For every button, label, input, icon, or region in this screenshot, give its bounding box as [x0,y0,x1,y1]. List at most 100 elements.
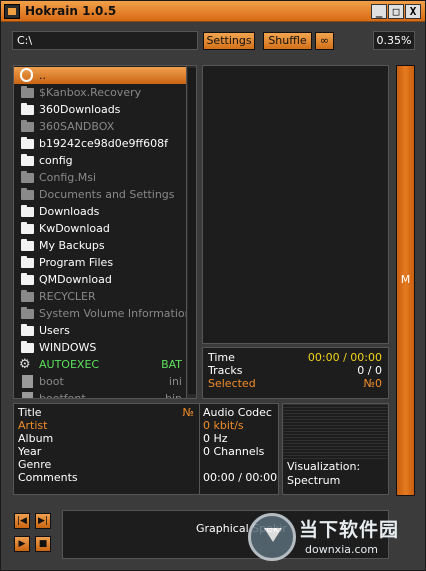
folder-icon [21,273,34,285]
next-track-button[interactable]: ▶| [35,513,51,529]
visualization-panel[interactable]: Visualization: Spectrum [282,403,389,495]
file-list-item[interactable]: 360Downloads [14,101,186,118]
parent-folder-icon [20,68,33,82]
comments-label: Comments [18,471,78,484]
file-list-item[interactable]: boot ini [14,373,186,390]
file-extension: BAT [161,358,182,371]
path-field[interactable]: C:\ [12,31,198,50]
file-list-item[interactable]: Users [14,322,186,339]
previous-track-button[interactable]: |◀ [14,513,30,529]
file-name: KwDownload [39,222,110,235]
file-icon [22,375,33,388]
folder-icon [21,324,34,336]
file-list-item[interactable]: config [14,152,186,169]
file-name: WINDOWS [39,341,97,354]
track-number-label: № [182,406,194,419]
folder-icon [21,154,34,166]
scrollbar-thumb[interactable] [188,68,196,394]
watermark-cn: 当下软件园 [299,519,400,541]
folder-icon [21,137,34,149]
file-extension: ini [168,375,182,388]
window-title: Hokrain 1.0.5 [25,4,117,18]
title-label: Title [18,406,42,419]
file-name: config [39,154,73,167]
folder-icon [21,103,34,115]
file-list-item[interactable]: Program Files [14,254,186,271]
maximize-button[interactable]: □ [388,4,404,19]
file-name: Config.Msi [39,171,97,184]
folder-icon [21,205,34,217]
track-info-panel: Time 00:00 / 00:00 Tracks 0 / 0 Selected… [202,347,389,399]
channels-value: 0 Channels [203,445,265,458]
time-label: Time [208,351,235,364]
file-list-item[interactable]: .. [14,67,186,84]
file-name: bootfont [39,392,86,399]
file-name: Users [39,324,70,337]
file-list-item[interactable]: Documents and Settings [14,186,186,203]
playlist-panel[interactable] [202,65,389,344]
file-name: RECYCLER [39,290,96,303]
title-bar[interactable]: Hokrain 1.0.5 _ □ X [1,1,425,22]
play-button[interactable]: ▶ [14,536,30,552]
gear-icon: ⚙ [19,357,31,372]
file-list-item[interactable]: b19242ce98d0e9ff608f [14,135,186,152]
close-button[interactable]: X [405,4,421,19]
file-name: QMDownload [39,273,112,286]
file-browser-scrollbar[interactable] [186,66,196,398]
file-list-item[interactable]: $Kanbox.Recovery [14,84,186,101]
tracks-value: 0 / 0 [357,364,382,377]
folder-icon [21,239,34,251]
file-list-item[interactable]: 360SANDBOX [14,118,186,135]
metadata-panel: Title № Artist Album Year Genre Comments [13,403,200,495]
app-icon [4,4,20,19]
folder-icon [21,120,34,132]
download-icon [248,513,296,561]
file-browser[interactable]: bootfont bin boot ini ⚙ AUTOEXEC BAT WINDOWS Use… [13,65,197,399]
stop-button[interactable]: ■ [35,536,51,552]
file-list-item[interactable]: WINDOWS [14,339,186,356]
time-value: 00:00 / 00:00 [307,351,382,364]
file-list-item[interactable]: QMDownload [14,271,186,288]
codec-label: Audio Codec [203,406,272,419]
file-list-item[interactable]: Downloads [14,203,186,220]
folder-icon [21,222,34,234]
genre-label: Genre [18,458,52,471]
album-label: Album [18,432,54,445]
file-list-item[interactable]: System Volume Information [14,305,192,322]
settings-button[interactable]: Settings [203,32,255,50]
tracks-label: Tracks [208,364,243,377]
year-label: Year [18,445,42,458]
shuffle-button[interactable]: Shuffle [263,32,312,50]
file-name: boot [39,375,64,388]
file-list-item[interactable]: bootfont bin [14,390,186,399]
watermark-en: downxia.com [305,543,378,556]
minimize-button[interactable]: _ [371,4,387,19]
folder-icon [21,256,34,268]
file-name: $Kanbox.Recovery [39,86,142,99]
folder-icon [21,307,34,319]
file-name: .. [39,69,46,82]
file-name: b19242ce98d0e9ff608f [39,137,168,150]
file-list-item[interactable]: My Backups [14,237,186,254]
codec-panel: Audio Codec 0 kbit/s 0 Hz 0 Channels 00:… [200,403,279,495]
selected-label: Selected [208,377,256,390]
folder-icon [21,86,34,98]
selected-value: №0 [363,377,382,390]
mini-mode-label: M [400,273,411,286]
visualization-mode: Spectrum [287,474,341,487]
mini-mode-button[interactable]: M [396,65,415,496]
folder-icon [21,188,34,200]
file-name: Downloads [39,205,100,218]
app-window: Hokrain 1.0.5 _ □ X C:\ Settings Shuffle… [0,0,426,571]
file-name: Documents and Settings [39,188,175,201]
file-list-item[interactable]: Config.Msi [14,169,186,186]
file-list-item[interactable]: RECYCLER [14,288,186,305]
visualization-display [283,404,388,460]
file-name: Program Files [39,256,114,269]
file-list-item[interactable]: ⚙ AUTOEXEC BAT [14,356,186,373]
file-list-item[interactable]: KwDownload [14,220,186,237]
samplerate-value: 0 Hz [203,432,228,445]
file-name: 360Downloads [39,103,121,116]
repeat-button[interactable]: ∞ [315,32,334,50]
visualization-label: Visualization: [287,460,361,473]
